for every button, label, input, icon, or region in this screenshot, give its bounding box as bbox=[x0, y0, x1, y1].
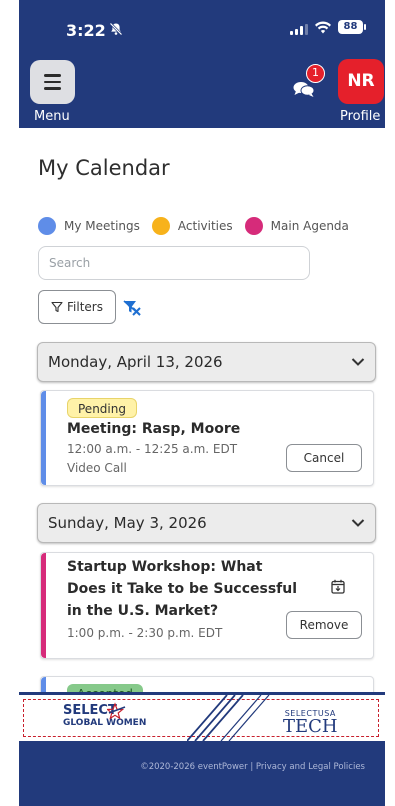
wifi-icon bbox=[315, 21, 331, 34]
legend-item-main-agenda: Main Agenda bbox=[244, 217, 349, 235]
chevron-down-icon bbox=[351, 519, 365, 527]
event-title-line: in the U.S. Market? bbox=[67, 603, 219, 619]
top-nav: Menu 1 NR Profile bbox=[0, 56, 395, 128]
chat-icon[interactable] bbox=[293, 80, 315, 98]
event-title: Meeting: Rasp, Moore bbox=[67, 421, 241, 437]
menu-label: Menu bbox=[34, 109, 70, 124]
main-content: My Calendar My Meetings Activities Main … bbox=[19, 128, 385, 692]
legend-dot-main-agenda bbox=[244, 217, 263, 235]
status-time: 3:22 bbox=[66, 21, 106, 40]
hamburger-icon bbox=[44, 74, 61, 77]
legend-item-meetings: My Meetings bbox=[38, 217, 140, 235]
select-global-women-logo: SELECT GLOBAL WOMEN bbox=[63, 703, 147, 728]
filters-label: Filters bbox=[67, 300, 103, 314]
cancel-button[interactable]: Cancel bbox=[286, 444, 362, 472]
event-card[interactable]: Startup Workshop: What Does it Take to b… bbox=[40, 552, 374, 659]
filter-icon bbox=[51, 301, 63, 313]
sponsor-banner[interactable]: SELECT GLOBAL WOMEN SELECTUSA TECH bbox=[19, 692, 385, 744]
event-card[interactable]: Pending Meeting: Rasp, Moore 12:00 a.m. … bbox=[40, 390, 374, 486]
event-title-line: Startup Workshop: What bbox=[67, 559, 263, 575]
legend-label: My Meetings bbox=[64, 219, 140, 233]
footer[interactable]: ©2020-2026 eventPower | Privacy and Lega… bbox=[19, 744, 385, 806]
app-screen: 3:22 88 Menu 1 NR Profile My Calendar My… bbox=[0, 0, 395, 806]
diagonal-stripes-graphic bbox=[187, 695, 270, 741]
date-header[interactable]: Sunday, May 3, 2026 bbox=[37, 503, 376, 543]
bell-off-icon bbox=[109, 22, 123, 36]
search-input[interactable]: Search bbox=[38, 246, 310, 280]
signal-icon bbox=[290, 24, 308, 35]
notification-badge: 1 bbox=[306, 64, 325, 83]
event-category-stripe bbox=[41, 391, 46, 485]
legend-label: Main Agenda bbox=[270, 219, 349, 233]
menu-button[interactable] bbox=[30, 60, 75, 104]
event-card[interactable]: Accepted bbox=[40, 676, 374, 692]
profile-label: Profile bbox=[340, 109, 381, 124]
selectusa-tech-logo: SELECTUSA TECH bbox=[283, 709, 338, 737]
status-badge: Accepted bbox=[67, 684, 143, 692]
filters-button[interactable]: Filters bbox=[38, 290, 116, 324]
profile-avatar[interactable]: NR bbox=[338, 59, 384, 104]
event-category-stripe bbox=[41, 553, 46, 658]
remove-button[interactable]: Remove bbox=[286, 611, 362, 639]
event-title-line: Does it Take to be Successful bbox=[67, 581, 298, 597]
clear-filter-icon[interactable] bbox=[123, 300, 141, 316]
date-header-label: Monday, April 13, 2026 bbox=[48, 353, 223, 371]
chevron-down-icon bbox=[351, 358, 365, 366]
event-time: 12:00 a.m. - 12:25 a.m. EDT bbox=[67, 442, 238, 456]
page-title: My Calendar bbox=[38, 156, 170, 180]
legend: My Meetings Activities Main Agenda bbox=[38, 217, 361, 235]
legend-dot-activities bbox=[151, 217, 170, 235]
event-category-stripe bbox=[41, 677, 46, 692]
legend-label: Activities bbox=[177, 219, 233, 233]
star-icon bbox=[107, 702, 126, 720]
battery-indicator: 88 bbox=[338, 20, 366, 34]
date-header[interactable]: Monday, April 13, 2026 bbox=[37, 342, 376, 382]
event-time: 1:00 p.m. - 2:30 p.m. EDT bbox=[67, 626, 223, 640]
add-to-calendar-icon[interactable] bbox=[331, 579, 345, 594]
legend-item-activities: Activities bbox=[151, 217, 233, 235]
status-badge: Pending bbox=[67, 398, 137, 418]
date-header-label: Sunday, May 3, 2026 bbox=[48, 514, 207, 532]
status-bar: 3:22 88 bbox=[0, 0, 395, 56]
legend-dot-meetings bbox=[38, 217, 56, 235]
event-location: Video Call bbox=[67, 461, 127, 475]
